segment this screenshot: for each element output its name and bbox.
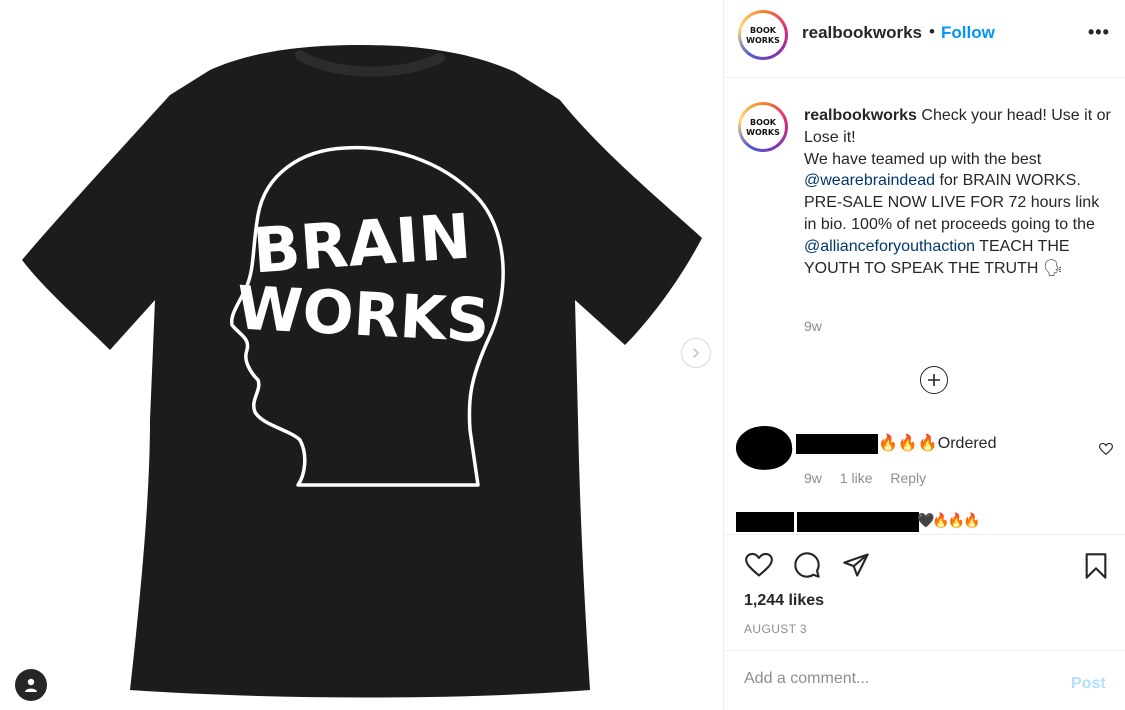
post-actions: 1,244 likes AUGUST 3: [724, 534, 1125, 649]
avatar[interactable]: BOOK WORKS: [738, 10, 788, 60]
comment-item: 🔥🔥🔥Ordered 9w 1 like Reply: [724, 420, 1125, 495]
mention-link[interactable]: @allianceforyouthaction: [804, 238, 975, 255]
caption-timestamp[interactable]: 9w: [804, 318, 822, 334]
like-count[interactable]: 1,244 likes: [744, 592, 824, 610]
paper-plane-icon[interactable]: [841, 551, 871, 579]
post-comment-button[interactable]: Post: [1071, 675, 1106, 693]
add-comment-form: Post: [724, 650, 1125, 710]
post-sidebar: BOOK WORKS realbookworks • Follow ••• BO…: [723, 0, 1125, 710]
comment-time[interactable]: 9w: [804, 470, 822, 486]
post-caption: realbookworks Check your head! Use it or…: [804, 105, 1114, 279]
comment-likes[interactable]: 1 like: [840, 470, 873, 486]
post-date[interactable]: AUGUST 3: [744, 622, 807, 636]
redacted-avatar: [733, 423, 795, 473]
svg-text:WORKS: WORKS: [746, 128, 780, 137]
load-more-comments-button[interactable]: [920, 366, 948, 394]
works-text: WORKS: [235, 273, 491, 356]
tagged-users-button[interactable]: [15, 669, 47, 701]
caption-text: We have teamed up with the best: [804, 150, 1042, 168]
mention-link[interactable]: @wearebraindead: [804, 172, 935, 189]
username-link[interactable]: realbookworks: [802, 23, 922, 43]
more-options-button[interactable]: •••: [1088, 22, 1110, 43]
tshirt-image: BRAIN WORKS: [22, 45, 702, 698]
caption-username-link[interactable]: realbookworks: [804, 107, 917, 124]
comment-text: 🔥🔥🔥Ordered: [878, 435, 997, 452]
comment-like-icon[interactable]: [1099, 442, 1113, 456]
speaking-head-emoji: 🗣: [1042, 259, 1064, 277]
book-works-logo: BOOK WORKS: [746, 118, 780, 137]
svg-text:WORKS: WORKS: [746, 36, 780, 45]
brain-text: BRAIN: [251, 199, 474, 287]
plus-circle-icon: [928, 374, 940, 386]
caption-avatar[interactable]: BOOK WORKS: [738, 102, 788, 152]
redacted-username: [797, 512, 919, 532]
separator-dot: •: [929, 22, 935, 41]
user-tag-icon: [25, 678, 37, 692]
redacted-username: [796, 434, 878, 454]
svg-text:BOOK: BOOK: [750, 118, 777, 127]
comment-item: 🖤🔥🔥🔥: [724, 508, 1125, 532]
fire-emoji: 🔥🔥🔥: [878, 435, 938, 452]
post-media[interactable]: BRAIN WORKS: [0, 0, 723, 710]
next-image-button[interactable]: [681, 338, 711, 368]
post-header: BOOK WORKS realbookworks • Follow •••: [724, 0, 1125, 78]
comment-meta: 9w 1 like Reply: [804, 470, 940, 486]
redacted-avatar: [736, 512, 794, 532]
comment-icon[interactable]: [792, 551, 822, 579]
bookmark-icon[interactable]: [1082, 551, 1110, 581]
heart-icon[interactable]: [744, 551, 774, 579]
comment-input[interactable]: [744, 665, 1044, 693]
book-works-logo: BOOK WORKS: [746, 26, 780, 45]
reply-button[interactable]: Reply: [890, 470, 926, 486]
tshirt-shape: [22, 45, 702, 698]
svg-text:BOOK: BOOK: [750, 26, 777, 35]
follow-button[interactable]: Follow: [941, 23, 995, 43]
chevron-right-icon: [693, 348, 699, 358]
comment-text: 🖤🔥🔥🔥: [917, 512, 981, 528]
